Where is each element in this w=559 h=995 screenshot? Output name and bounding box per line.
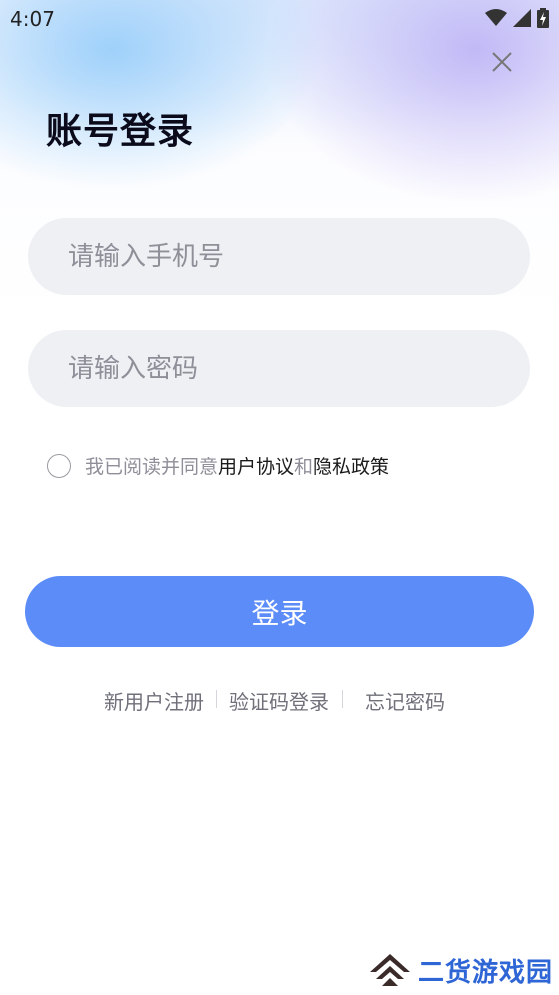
footer-links: 新用户注册 验证码登录 忘记密码 [0,686,559,715]
page-title: 账号登录 [46,111,195,152]
status-bar: 4:07 [0,0,559,38]
close-button[interactable] [488,48,516,76]
divider [342,690,343,708]
watermark: 二货游戏园 [368,950,553,990]
close-icon [492,52,512,72]
agreement-prefix: 我已阅读并同意 [85,456,219,478]
battery-charging-icon [537,8,549,28]
agreement-and: 和 [294,456,314,478]
login-button[interactable]: 登录 [25,576,534,647]
agreement-checkbox[interactable] [47,453,71,478]
phone-field[interactable] [28,218,530,295]
password-input[interactable] [28,352,530,385]
status-time: 4:07 [10,7,55,31]
password-field[interactable] [28,330,530,407]
status-icons [485,8,549,28]
watermark-logo-icon [370,954,410,986]
user-agreement-link[interactable]: 用户协议 [218,452,294,479]
sms-login-link[interactable]: 验证码登录 [229,686,329,715]
register-link[interactable]: 新用户注册 [104,686,204,715]
divider [216,690,217,708]
wifi-icon [485,9,507,26]
privacy-policy-link[interactable]: 隐私政策 [313,452,389,479]
phone-input[interactable] [28,240,530,273]
agreement-row: 我已阅读并同意 用户协议 和 隐私政策 [47,452,389,479]
forgot-password-link[interactable]: 忘记密码 [365,686,445,715]
watermark-text: 二货游戏园 [418,957,554,988]
cellular-signal-icon [513,9,531,27]
